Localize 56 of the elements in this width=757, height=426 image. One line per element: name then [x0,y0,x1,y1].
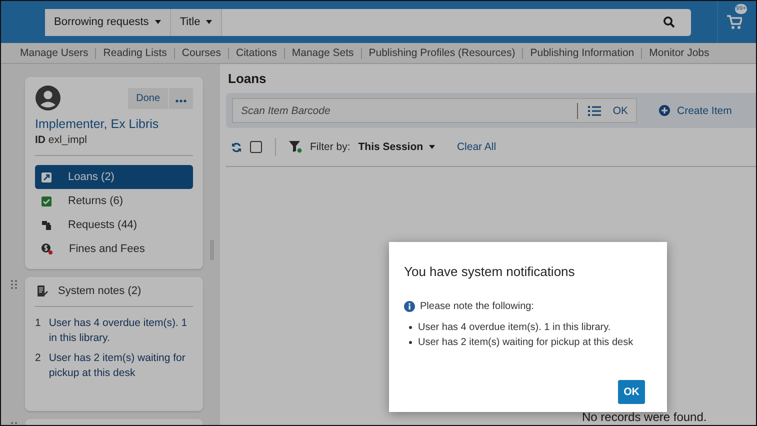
more-icon [175,99,187,103]
list-icon[interactable] [588,106,601,116]
dialog-ok-button[interactable]: OK [618,380,645,404]
search-icon[interactable] [663,16,675,28]
filter-label: Filter by: [310,141,350,153]
create-item-button[interactable]: Create Item [653,104,738,118]
ok-button[interactable]: OK [610,104,630,116]
section-item[interactable]: Returns (6) [35,189,193,213]
user-name: Implementer, Ex Libris [35,117,160,131]
user-id: ID exl_impl [35,134,88,146]
done-button[interactable]: Done [128,88,168,109]
nav-link[interactable]: Reading Lists [95,48,174,58]
note-text: User has 2 item(s) waiting for pickup at this desk [48,351,186,381]
scope-dropdown[interactable]: Borrowing requests [45,8,171,36]
section-item[interactable]: Fines and Fees [35,237,193,261]
note-number: 2 [35,351,41,366]
avatar-icon [35,85,61,111]
caret-icon [206,20,212,24]
section-item[interactable]: Loans (2) [35,165,193,189]
select-all-checkbox[interactable] [250,141,262,153]
fee-coin-icon [41,243,53,255]
nav-link[interactable]: Manage Users [13,48,96,58]
barcode-field[interactable]: Scan Item Barcode OK [232,98,637,123]
field-dropdown[interactable]: Title [170,8,222,36]
note-text: User has 4 overdue item(s). 1 in this library. [48,316,188,346]
system-notes-title: System notes (2) [58,285,142,297]
filter-icon[interactable] [289,141,302,153]
nav-link[interactable]: Manage Sets [284,48,361,58]
nav-link[interactable]: Citations [228,48,284,58]
note-icon [37,285,48,297]
nav-link[interactable]: Publishing Information [522,48,642,58]
plus-icon [659,105,670,116]
caret-icon [428,145,435,150]
more-button[interactable] [169,88,193,109]
note-number: 1 [35,316,41,331]
request-icon [41,220,52,230]
info-icon [404,301,415,312]
section-item[interactable]: Requests (44) [35,213,193,237]
dialog-intro: Please note the following: [420,301,534,312]
caret-icon [154,20,161,24]
nav-link[interactable]: Courses [174,48,228,58]
dialog-message: User has 4 overdue item(s). 1 in this library. [418,322,611,333]
loans-title: Loans [227,70,268,88]
splitter-handle-icon[interactable] [210,240,214,260]
loan-arrow-icon [41,172,52,182]
drag-handle-icon[interactable] [11,280,17,289]
dialog-title: You have system notifications [404,264,576,279]
filter-dropdown[interactable]: This Session [358,141,435,153]
dialog-message: User has 2 item(s) waiting for pickup at this desk [418,337,634,348]
refresh-icon[interactable] [231,142,242,152]
return-check-icon [41,196,52,206]
nav-link[interactable]: Monitor Jobs [641,48,716,58]
nav-link[interactable]: Publishing Profiles (Resources) [360,48,522,58]
empty-message: No records were found. [582,410,708,425]
clear-all-link[interactable]: Clear All [456,141,496,153]
cart-icon[interactable] [726,14,742,30]
